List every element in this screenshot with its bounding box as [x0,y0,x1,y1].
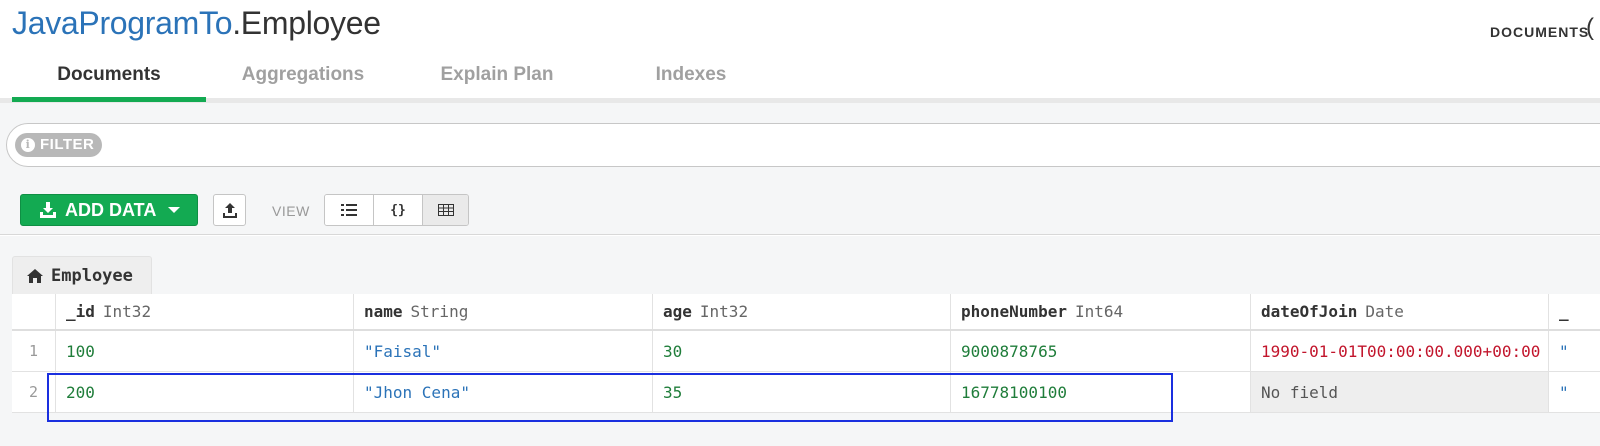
chevron-down-icon [168,207,181,213]
home-icon [27,268,43,283]
column-name: dateOfJoin [1261,302,1358,321]
filter-pill-label: FILTER [40,136,95,153]
info-icon: i [21,138,35,152]
row-number-header [12,294,56,329]
column-header[interactable]: dateOfJoin Date [1251,294,1549,329]
cell-age[interactable]: 30 [653,331,951,371]
documents-count-label: DOCUMENTS [1490,24,1590,40]
download-icon [40,202,56,218]
view-label: VIEW [272,203,310,219]
add-data-button[interactable]: ADD DATA [20,194,198,226]
documents-toolbar: ADD DATA VIEW {} [0,187,1600,235]
cell-date-of-join[interactable]: 1990-01-01T00:00:00.000+00:00 [1251,331,1549,371]
table-icon [437,204,454,216]
braces-icon: {} [390,202,406,218]
filter-area: i FILTER [0,103,1600,187]
tab-indexes[interactable]: Indexes [594,52,788,102]
list-view-button[interactable] [325,195,374,225]
column-name: phoneNumber [961,302,1067,321]
export-collection-button[interactable] [213,194,246,226]
table-header-row: _id Int32 name String age Int32 phoneNumber… [12,294,1600,331]
cell-id[interactable]: 100 [56,331,354,371]
upload-icon [222,203,237,218]
page-title: JavaProgramTo.Employee [12,2,381,44]
collection-name: .Employee [232,5,381,41]
filter-input[interactable]: i FILTER [6,123,1600,167]
collection-breadcrumb-tab[interactable]: Employee [12,256,152,294]
tab-aggregations[interactable]: Aggregations [206,52,400,102]
table-view-area: Employee _id Int32 name String age Int32 ph… [0,236,1600,446]
cell-id[interactable]: 200 [56,372,354,412]
cell-overflow[interactable]: " [1549,331,1600,371]
cell-phone-number[interactable]: 9000878765 [951,331,1251,371]
json-view-button[interactable]: {} [374,195,423,225]
cell-phone-number[interactable]: 16778100100 [951,372,1251,412]
column-type: Int64 [1074,302,1124,321]
column-name: age [663,302,692,321]
table-row[interactable]: 1 100 "Faisal" 30 9000878765 1990-01-01T… [12,331,1600,372]
column-header[interactable]: _ [1549,294,1600,329]
cell-name[interactable]: "Jhon Cena" [354,372,653,412]
column-header[interactable]: phoneNumber Int64 [951,294,1251,329]
cell-date-of-join[interactable]: No field [1251,372,1549,412]
column-type: Int32 [699,302,749,321]
column-name: _ [1559,302,1569,321]
cell-overflow[interactable]: " [1549,372,1600,412]
column-type: Date [1365,302,1404,321]
column-type: String [410,302,469,321]
column-header[interactable]: name String [354,294,653,329]
database-name-link[interactable]: JavaProgramTo [12,5,233,41]
column-header[interactable]: _id Int32 [56,294,354,329]
row-number: 1 [12,331,56,371]
list-icon [341,204,357,216]
collection-tab-label: Employee [51,265,133,286]
view-mode-group: {} [324,194,469,226]
tab-documents[interactable]: Documents [12,52,206,102]
documents-count-value-partial: ( [1586,14,1594,41]
tab-explain-plan[interactable]: Explain Plan [400,52,594,102]
column-name: _id [66,302,95,321]
row-number: 2 [12,372,56,412]
column-name: name [364,302,403,321]
collection-tabs: Documents Aggregations Explain Plan Inde… [12,52,788,102]
column-header[interactable]: age Int32 [653,294,951,329]
filter-pill[interactable]: i FILTER [15,133,103,157]
cell-name[interactable]: "Faisal" [354,331,653,371]
column-type: Int32 [102,302,152,321]
table-row[interactable]: 2 200 "Jhon Cena" 35 16778100100 No fiel… [12,372,1600,413]
documents-table: _id Int32 name String age Int32 phoneNumber… [12,294,1600,413]
table-view-button[interactable] [423,195,468,225]
cell-age[interactable]: 35 [653,372,951,412]
add-data-label: ADD DATA [65,199,157,220]
